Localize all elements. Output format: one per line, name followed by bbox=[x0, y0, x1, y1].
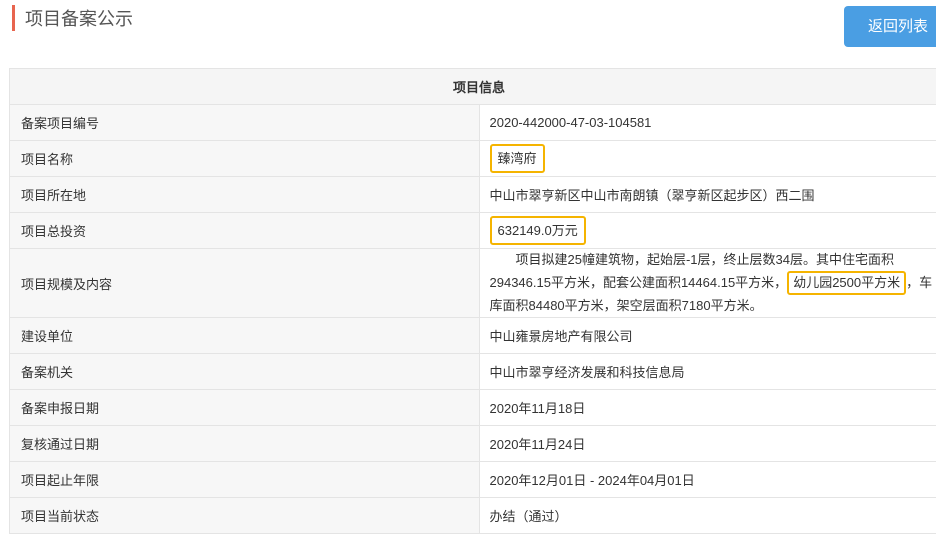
row-value-record-number: 2020-442000-47-03-104581 bbox=[479, 105, 936, 141]
table-row: 项目当前状态 办结（通过） bbox=[10, 498, 936, 534]
row-value-apply-date: 2020年11月18日 bbox=[479, 390, 936, 426]
highlighted-project-name: 臻湾府 bbox=[490, 144, 545, 173]
scope-text: 项目拟建25幢建筑物，起始层-1层，终止层数34层。其中住宅面积294346.1… bbox=[490, 249, 936, 317]
row-label-total-investment: 项目总投资 bbox=[10, 213, 480, 249]
row-value-project-name-cell: 臻湾府 bbox=[479, 141, 936, 177]
table-row: 备案申报日期 2020年11月18日 bbox=[10, 390, 936, 426]
table-row: 建设单位 中山雍景房地产有限公司 bbox=[10, 318, 936, 354]
row-label-authority: 备案机关 bbox=[10, 354, 480, 390]
table-row: 项目所在地 中山市翠亨新区中山市南朗镇（翠亨新区起步区）西二围 bbox=[10, 177, 936, 213]
table-row: 项目名称 臻湾府 bbox=[10, 141, 936, 177]
row-label-period: 项目起止年限 bbox=[10, 462, 480, 498]
row-label-project-name: 项目名称 bbox=[10, 141, 480, 177]
row-label-apply-date: 备案申报日期 bbox=[10, 390, 480, 426]
page-title: 项目备案公示 bbox=[25, 7, 133, 31]
table-row: 复核通过日期 2020年11月24日 bbox=[10, 426, 936, 462]
table-row: 项目总投资 632149.0万元 bbox=[10, 213, 936, 249]
table-row: 项目规模及内容 项目拟建25幢建筑物，起始层-1层，终止层数34层。其中住宅面积… bbox=[10, 249, 936, 318]
row-value-status: 办结（通过） bbox=[479, 498, 936, 534]
table-row: 备案机关 中山市翠亨经济发展和科技信息局 bbox=[10, 354, 936, 390]
highlighted-kindergarten: 幼儿园2500平方米 bbox=[787, 271, 906, 295]
row-value-period: 2020年12月01日 - 2024年04月01日 bbox=[479, 462, 936, 498]
row-value-review-date: 2020年11月24日 bbox=[479, 426, 936, 462]
row-value-authority: 中山市翠亨经济发展和科技信息局 bbox=[479, 354, 936, 390]
row-label-record-number: 备案项目编号 bbox=[10, 105, 480, 141]
row-label-developer: 建设单位 bbox=[10, 318, 480, 354]
title-accent-bar bbox=[12, 5, 15, 31]
row-label-review-date: 复核通过日期 bbox=[10, 426, 480, 462]
back-to-list-button[interactable]: 返回列表 bbox=[844, 6, 936, 47]
row-label-location: 项目所在地 bbox=[10, 177, 480, 213]
row-value-total-investment-cell: 632149.0万元 bbox=[479, 213, 936, 249]
row-value-scope-cell: 项目拟建25幢建筑物，起始层-1层，终止层数34层。其中住宅面积294346.1… bbox=[479, 249, 936, 318]
project-info-table: 项目信息 备案项目编号 2020-442000-47-03-104581 项目名… bbox=[9, 68, 936, 534]
table-caption: 项目信息 bbox=[10, 69, 936, 105]
table-row: 项目起止年限 2020年12月01日 - 2024年04月01日 bbox=[10, 462, 936, 498]
highlighted-total-investment: 632149.0万元 bbox=[490, 216, 586, 245]
table-row: 备案项目编号 2020-442000-47-03-104581 bbox=[10, 105, 936, 141]
row-label-scope: 项目规模及内容 bbox=[10, 249, 480, 318]
row-value-location: 中山市翠亨新区中山市南朗镇（翠亨新区起步区）西二围 bbox=[479, 177, 936, 213]
row-label-status: 项目当前状态 bbox=[10, 498, 480, 534]
row-value-developer: 中山雍景房地产有限公司 bbox=[479, 318, 936, 354]
